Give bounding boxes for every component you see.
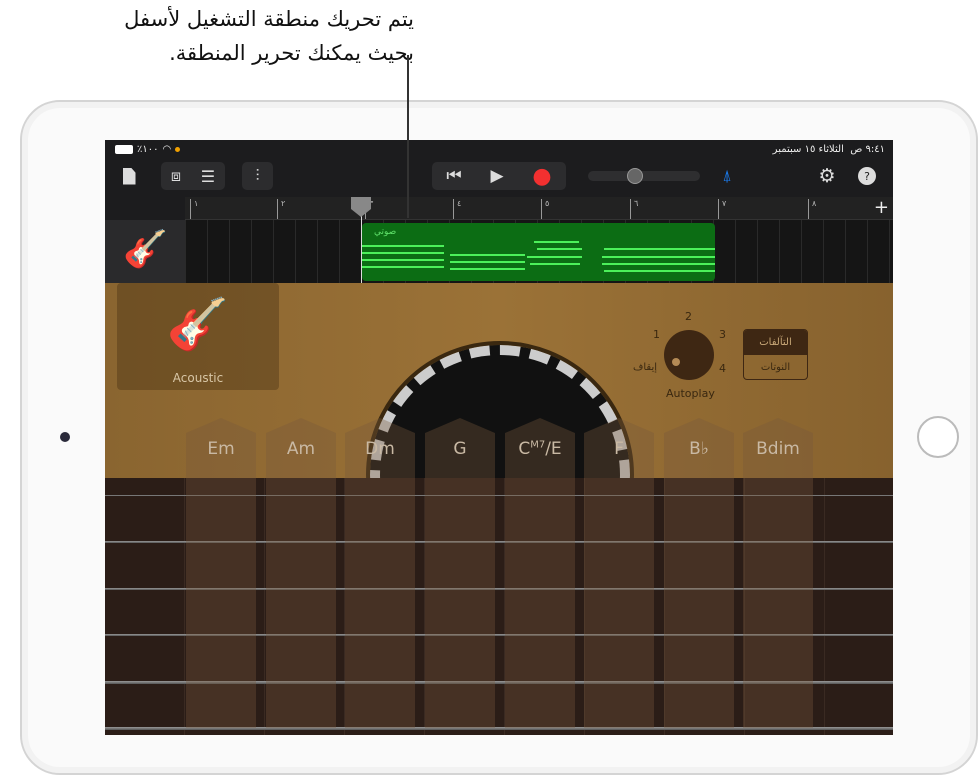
callout-line-1: يتم تحريك منطقة التشغيل لأسفل: [124, 7, 414, 31]
wifi-icon: ◠: [162, 144, 172, 155]
battery-icon: [115, 145, 133, 154]
time: ٩:٤١ ص: [850, 144, 885, 155]
metronome-icon: ⍋: [722, 166, 732, 185]
bar-number: ٥: [541, 199, 549, 219]
bar-number: ٢: [277, 199, 285, 219]
my-songs-button[interactable]: [117, 162, 141, 190]
home-button[interactable]: [917, 416, 959, 458]
document-icon: [122, 167, 136, 185]
tracks-view-icon[interactable]: ☰: [201, 167, 215, 186]
play-button[interactable]: ▶: [491, 166, 504, 186]
view-group: ⧈ ☰: [161, 162, 225, 190]
callout-line: [407, 55, 409, 218]
chord-label: Dm: [365, 439, 395, 459]
notes-mode-button[interactable]: النوتات: [744, 355, 807, 379]
chord-strip-bb[interactable]: B♭: [664, 418, 734, 728]
camera: [60, 432, 70, 442]
mixer-button[interactable]: ⫶: [242, 162, 273, 190]
callout-text: يتم تحريك منطقة التشغيل لأسفل بحيث يمكنك…: [0, 2, 414, 70]
chord-label: G: [453, 439, 467, 459]
date: الثلاثاء ١٥ سبتمبر: [772, 144, 844, 155]
track-header[interactable]: 🎸: [105, 220, 185, 283]
chord-strip-g[interactable]: G: [425, 418, 495, 728]
ruler[interactable]: ١ ٢ ٣ ٤ ٥ ٦ ٧ ٨ +: [185, 197, 893, 220]
chords-notes-switch: التآلفات النوتات: [743, 329, 808, 380]
chord-label: CM7/E: [518, 439, 562, 459]
chord-label: Am: [286, 439, 316, 459]
chord-strip-dm[interactable]: Dm: [345, 418, 415, 728]
chords-mode-button[interactable]: التآلفات: [744, 330, 807, 355]
callout-line-2: بحيث يمكنك تحرير المنطقة.: [169, 41, 414, 65]
autoplay-off[interactable]: إيقاف: [633, 362, 657, 373]
acoustic-guitar-icon: 🎸: [166, 295, 230, 353]
region-name: صوتي: [374, 227, 397, 237]
battery-level: ٪١٠٠: [137, 144, 159, 155]
mixer-icon: ⫶: [255, 166, 260, 185]
rewind-button[interactable]: ⏮: [446, 166, 461, 186]
transport: ⏮ ▶ ●: [432, 162, 566, 190]
volume-slider[interactable]: [588, 168, 700, 184]
record-button[interactable]: ●: [532, 164, 551, 189]
chord-strip-cmaj7-e[interactable]: CM7/E: [505, 418, 575, 728]
chord-label: B♭: [689, 439, 709, 459]
help-button[interactable]: ?: [858, 167, 876, 185]
region[interactable]: صوتي: [362, 223, 715, 281]
toolbar: ⧈ ☰ ⫶ ⏮ ▶ ● ⍋ ⚙ ?: [105, 160, 893, 197]
bar-number: ٦: [630, 199, 638, 219]
bar-number: ٧: [718, 199, 726, 219]
chord-strip-f[interactable]: F: [584, 418, 654, 728]
autoplay-knob[interactable]: [664, 330, 714, 380]
chord-strip-am[interactable]: Am: [266, 418, 336, 728]
status-bar: ٪١٠٠ ◠ ٩:٤١ ص الثلاثاء ١٥ سبتمبر: [105, 140, 893, 160]
knob-indicator: [672, 358, 680, 366]
chord-label: F: [614, 439, 624, 459]
autoplay-label: Autoplay: [666, 387, 715, 400]
bar-number: ٤: [453, 199, 461, 219]
instrument-name: Acoustic: [172, 371, 224, 385]
chord-strip-bdim[interactable]: Bdim: [743, 418, 813, 728]
recording-dot: [175, 147, 181, 152]
chord-label: Bdim: [756, 439, 800, 459]
bar-number: ١: [190, 199, 198, 219]
slider-knob[interactable]: [627, 168, 643, 184]
bar-number: ٨: [808, 199, 816, 219]
chord-label: Em: [207, 439, 235, 459]
settings-button[interactable]: ⚙: [815, 162, 839, 190]
chord-strip-em[interactable]: Em: [186, 418, 256, 728]
gear-icon: ⚙: [818, 165, 836, 187]
add-section-button[interactable]: +: [874, 197, 889, 218]
autoplay-3[interactable]: 3: [719, 328, 726, 341]
screen: ٪١٠٠ ◠ ٩:٤١ ص الثلاثاء ١٥ سبتمبر ⧈ ☰ ⫶ ⏮ ▶…: [105, 140, 893, 735]
metronome-button[interactable]: ⍋: [715, 162, 739, 190]
help-icon: ?: [864, 169, 870, 183]
autoplay-4[interactable]: 4: [719, 362, 726, 375]
guitar-icon: 🎸: [123, 229, 168, 270]
autoplay-2[interactable]: 2: [685, 310, 692, 323]
instrument-selector[interactable]: 🎸 Acoustic: [117, 283, 279, 390]
view-toggle-icon[interactable]: ⧈: [171, 166, 181, 186]
autoplay-1[interactable]: 1: [653, 328, 660, 341]
